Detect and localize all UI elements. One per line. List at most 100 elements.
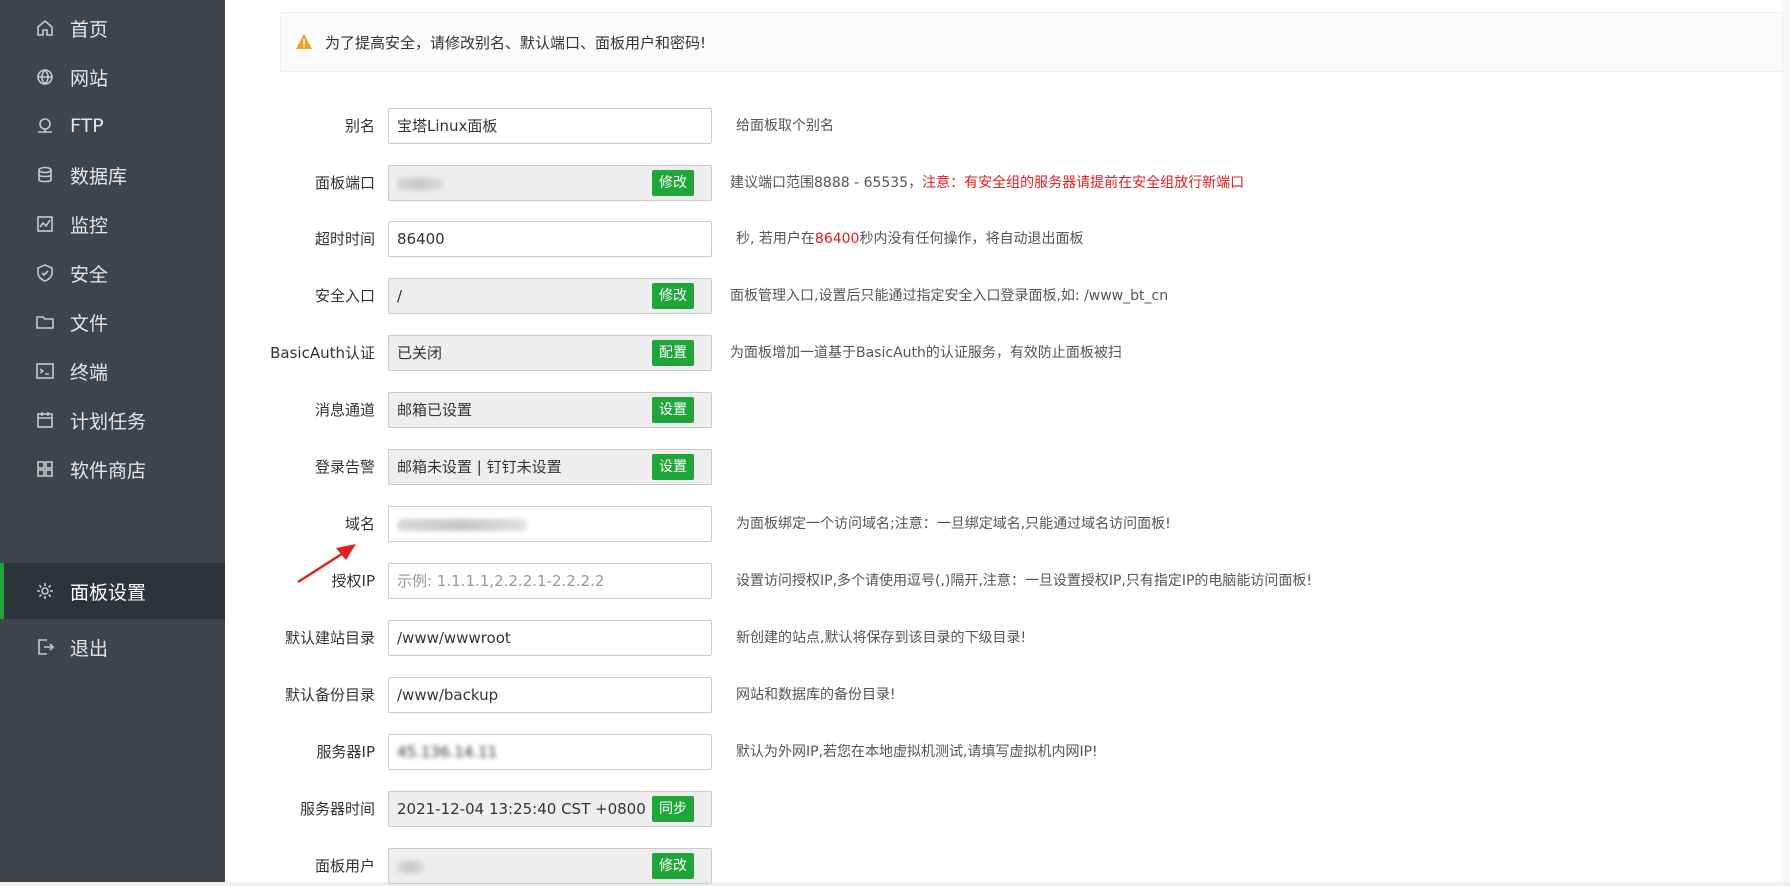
domain-value-blurred [397,518,527,531]
sidebar-item-label: 首页 [70,18,109,41]
settings-panel: 为了提高安全，请修改别名、默认端口、面板用户和密码! 别名 宝塔Linux面板 … [225,0,1790,884]
annotation-arrow [297,544,356,584]
message-label: 消息通道 [314,401,375,419]
monitor-icon [34,213,56,235]
server-time-row: 服务器时间 2021-12-04 13:25:40 CST +0800 同步 [225,789,1790,829]
folder-icon [34,311,56,333]
alias-hint: 给面板取个别名 [736,118,834,134]
timeout-hint-pre: 秒, 若用户在 [736,231,815,247]
message-set-button[interactable]: 设置 [652,397,694,423]
timeout-hint: 秒, 若用户在86400秒内没有任何操作，将自动退出面板 [736,219,1083,259]
server-time-label: 服务器时间 [299,800,375,818]
server-ip-label: 服务器IP [316,743,375,761]
backup-dir-label: 默认备份目录 [284,686,375,704]
globe-icon [34,66,56,88]
domain-row: 域名 为面板绑定一个访问域名;注意：一旦绑定域名,只能通过域名访问面板! [225,504,1790,544]
sidebar-item-label: 监控 [70,214,109,237]
entry-row: 安全入口 / 修改 面板管理入口,设置后只能通过指定安全入口登录面板,如: /w… [225,276,1790,316]
warning-icon [296,34,312,49]
logout-icon [34,636,56,658]
entry-label: 安全入口 [314,287,375,305]
security-alert: 为了提高安全，请修改别名、默认端口、面板用户和密码! [280,12,1790,72]
home-icon [34,17,56,39]
server-time-sync-button[interactable]: 同步 [652,796,694,822]
port-modify-button[interactable]: 修改 [652,170,694,196]
server-ip-value-blurred: 45.136.14.11 [397,743,498,761]
login-alert-label: 登录告警 [314,458,375,476]
port-hint-text: 建议端口范围8888 - 65535， [730,175,923,191]
entry-modify-button[interactable]: 修改 [652,283,694,309]
login-alert-row: 登录告警 邮箱未设置 | 钉钉未设置 设置 [225,447,1790,487]
alias-row: 别名 宝塔Linux面板 给面板取个别名 [225,106,1790,146]
sidebar-item-panel-settings[interactable]: 面板设置 [0,563,225,619]
gear-icon [34,580,56,602]
auth-ip-placeholder: 示例: 1.1.1.1,2.2.2.1-2.2.2.2 [397,572,605,590]
panel-user-row: 面板用户 修改 [225,846,1790,886]
sidebar-item-ftp[interactable]: FTP [0,98,225,154]
site-dir-hint: 新创建的站点,默认将保存到该目录的下级目录! [736,630,1027,646]
basicauth-hint: 为面板增加一道基于BasicAuth的认证服务，有效防止面板被扫 [730,345,1122,361]
port-hint-warning: 注意：有安全组的服务器请提前在安全组放行新端口 [922,175,1245,191]
port-label: 面板端口 [314,174,375,192]
basicauth-label: BasicAuth认证 [270,344,375,362]
sidebar-item-cron[interactable]: 计划任务 [0,392,225,448]
terminal-icon [34,360,56,382]
apps-icon [34,458,56,480]
sidebar-item-label: 面板设置 [70,581,147,604]
site-dir-label: 默认建站目录 [284,629,375,647]
backup-dir-hint: 网站和数据库的备份目录! [736,687,896,703]
domain-hint: 为面板绑定一个访问域名;注意：一旦绑定域名,只能通过域名访问面板! [736,516,1171,532]
panel-user-label: 面板用户 [314,857,375,875]
timeout-hint-value: 86400 [814,231,860,247]
sidebar-item-terminal[interactable]: 终端 [0,343,225,399]
sidebar-item-files[interactable]: 文件 [0,294,225,350]
sidebar-item-website[interactable]: 网站 [0,49,225,105]
alias-input[interactable]: 宝塔Linux面板 [388,108,712,144]
shield-icon [34,262,56,284]
auth-ip-hint: 设置访问授权IP,多个请使用逗号(,)隔开,注意：一旦设置授权IP,只有指定IP… [736,573,1313,589]
sidebar-item-database[interactable]: 数据库 [0,147,225,203]
sidebar-item-security[interactable]: 安全 [0,245,225,301]
auth-ip-input[interactable]: 示例: 1.1.1.1,2.2.2.1-2.2.2.2 [388,563,712,599]
sidebar-item-label: 退出 [70,637,109,660]
alert-text: 为了提高安全，请修改别名、默认端口、面板用户和密码! [325,33,707,52]
server-ip-input[interactable]: 45.136.14.11 [388,734,712,770]
login-alert-set-button[interactable]: 设置 [652,454,694,480]
sidebar-item-store[interactable]: 软件商店 [0,441,225,497]
port-row: 面板端口 修改 建议端口范围8888 - 65535，注意：有安全组的服务器请提… [225,163,1790,203]
database-icon [34,164,56,186]
sidebar-item-label: 文件 [70,312,109,335]
calendar-icon [34,409,56,431]
sidebar-item-label: 终端 [70,361,109,384]
auth-ip-row: 授权IP 示例: 1.1.1.1,2.2.2.1-2.2.2.2 设置访问授权I… [225,561,1790,601]
sidebar-item-label: 数据库 [70,165,128,188]
site-dir-row: 默认建站目录 /www/wwwroot 新创建的站点,默认将保存到该目录的下级目… [225,618,1790,658]
ftp-icon [34,115,56,137]
timeout-label: 超时时间 [314,230,375,248]
sidebar-item-label: 网站 [70,67,109,90]
site-dir-input[interactable]: /www/wwwroot [388,620,712,656]
sidebar-item-monitor[interactable]: 监控 [0,196,225,252]
sidebar-item-home[interactable]: 首页 [0,0,225,56]
timeout-input[interactable]: 86400 [388,221,712,257]
sidebar: 首页 网站 FTP 数据库 监控 安全 文件 终端 计划任务 软件商店 面板设置 [0,0,225,882]
backup-dir-input[interactable]: /www/backup [388,677,712,713]
domain-input[interactable] [388,506,712,542]
panel-user-value-blurred [397,860,425,873]
timeout-hint-post: 秒内没有任何操作，将自动退出面板 [859,231,1084,247]
sidebar-item-logout[interactable]: 退出 [0,619,225,675]
scrollbar[interactable] [1782,0,1790,882]
sidebar-item-label: 软件商店 [70,459,147,482]
port-hint: 建议端口范围8888 - 65535，注意：有安全组的服务器请提前在安全组放行新… [730,163,1244,203]
basicauth-config-button[interactable]: 配置 [652,340,694,366]
server-ip-row: 服务器IP 45.136.14.11 默认为外网IP,若您在本地虚拟机测试,请填… [225,732,1790,772]
server-ip-hint: 默认为外网IP,若您在本地虚拟机测试,请填写虚拟机内网IP! [736,744,1098,760]
timeout-row: 超时时间 86400 秒, 若用户在86400秒内没有任何操作，将自动退出面板 [225,219,1790,259]
sidebar-item-label: FTP [70,115,104,137]
sidebar-item-label: 安全 [70,263,109,286]
message-row: 消息通道 邮箱已设置 设置 [225,390,1790,430]
panel-user-modify-button[interactable]: 修改 [652,853,694,879]
backup-dir-row: 默认备份目录 /www/backup 网站和数据库的备份目录! [225,675,1790,715]
alias-label: 别名 [344,117,375,135]
sidebar-item-label: 计划任务 [70,410,147,433]
